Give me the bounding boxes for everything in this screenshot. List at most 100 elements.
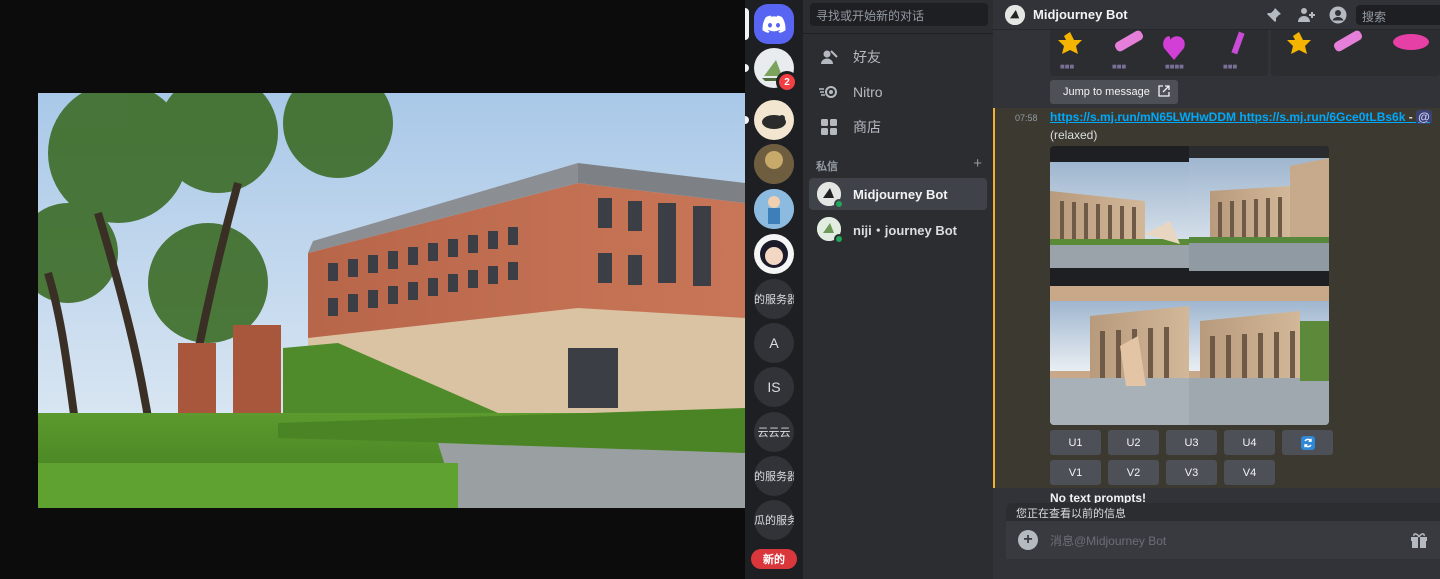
prompt-link-2[interactable]: https://s.mj.run/6Gce0tLBs6k: [1239, 110, 1405, 124]
variation-2-button[interactable]: V2: [1108, 460, 1159, 485]
nitro-icon: [819, 82, 839, 102]
new-unread-pill[interactable]: 新的: [751, 549, 797, 569]
find-conversation-input[interactable]: 寻找或开始新的对话: [810, 3, 988, 26]
chat-panel: Midjourney Bot 搜索 ■■■ ■■■ ■■■■ ■■■ Jump …: [993, 0, 1440, 579]
upscale-3-button[interactable]: U3: [1166, 430, 1217, 455]
variation-4-button[interactable]: V4: [1224, 460, 1275, 485]
channel-title: Midjourney Bot: [1033, 7, 1128, 22]
gift-icon[interactable]: [1410, 531, 1428, 549]
svg-text:■■■: ■■■: [1223, 64, 1237, 70]
variation-1-button[interactable]: V1: [1050, 460, 1101, 485]
server-avatar-4[interactable]: [754, 189, 794, 229]
reroll-button[interactable]: [1282, 430, 1333, 455]
add-friend-icon[interactable]: [1296, 5, 1316, 25]
animal-avatar-icon: [762, 115, 786, 129]
prompt-link-1[interactable]: https://s.mj.run/mN65LWHwDDM: [1050, 110, 1236, 124]
image-preview-panel: [0, 0, 745, 579]
sticker-preview-image: [1287, 30, 1429, 54]
mention-badge: 2: [776, 71, 798, 93]
server-name: 的服务器: [754, 294, 794, 306]
previous-image-embed: ■■■ ■■■ ■■■■ ■■■: [1050, 30, 1440, 76]
unread-indicator: [745, 116, 749, 124]
building-photo: [38, 93, 745, 508]
chat-header: Midjourney Bot 搜索: [993, 0, 1440, 30]
plus-icon: +: [1023, 531, 1033, 548]
server-avatar-5[interactable]: [754, 234, 794, 274]
svg-text:■■■: ■■■: [1112, 64, 1126, 70]
upscale-2-button[interactable]: U2: [1108, 430, 1159, 455]
embed-card: [1271, 30, 1440, 76]
anime-avatar-icon: [760, 240, 788, 268]
server-name: IS: [767, 379, 781, 395]
upscale-4-button[interactable]: U4: [1224, 430, 1275, 455]
svg-text:■■■: ■■■: [1060, 64, 1074, 70]
shop-icon: [819, 117, 839, 137]
landscape-avatar-icon: [754, 144, 794, 184]
server-avatar-2[interactable]: [754, 100, 794, 140]
server-avatar-3[interactable]: [754, 144, 794, 184]
server-name: A: [769, 335, 779, 351]
character-avatar-icon: [754, 189, 794, 229]
server-text-6[interactable]: 瓜的服务器: [754, 500, 794, 540]
server-name: 的服务器: [754, 471, 794, 483]
message-timestamp: 07:58: [1015, 113, 1038, 123]
dm-name: Midjourney Bot: [853, 186, 948, 202]
online-status-icon: [834, 199, 844, 209]
variation-3-button[interactable]: V3: [1166, 460, 1217, 485]
unread-indicator: [745, 64, 749, 72]
discord-logo-icon: [762, 15, 786, 33]
section-label: 私信: [816, 161, 838, 173]
nav-label: 商店: [853, 119, 881, 135]
viewing-older-messages-bar[interactable]: 您正在查看以前的信息: [1006, 503, 1440, 521]
relaxed-mode-label: (relaxed): [1050, 128, 1098, 142]
nav-label: 好友: [853, 49, 881, 65]
nav-nitro[interactable]: Nitro: [811, 76, 987, 108]
generated-image-grid[interactable]: [1050, 146, 1329, 425]
server-name: 瓜的服务器: [754, 515, 794, 527]
server-text-3[interactable]: IS: [754, 367, 794, 407]
refresh-icon: [1300, 435, 1315, 450]
dm-niji-journey-bot[interactable]: niji・journey Bot: [809, 213, 987, 245]
avatar: [817, 182, 844, 209]
message-input[interactable]: 消息@Midjourney Bot: [1050, 532, 1166, 549]
server-name: 云云云: [757, 427, 791, 439]
user-mention[interactable]: @: [1416, 110, 1432, 124]
sailboat-icon: [1005, 4, 1025, 25]
divider: [803, 33, 993, 34]
message-content: https://s.mj.run/mN65LWHwDDM https://s.m…: [1050, 110, 1440, 124]
jump-label: Jump to message: [1063, 86, 1150, 98]
direct-messages-header: 私信 +: [816, 156, 982, 174]
upscale-button-row: U1 U2 U3 U4: [1050, 430, 1333, 455]
create-dm-button[interactable]: +: [973, 156, 982, 174]
dm-name: niji・journey Bot: [853, 222, 958, 238]
discord-home-button[interactable]: [754, 4, 794, 44]
online-status-icon: [834, 234, 844, 244]
avatar: [817, 217, 844, 244]
external-link-icon: [1158, 84, 1170, 100]
server-text-2[interactable]: A: [754, 323, 794, 363]
variation-button-row: V1 V2 V3 V4: [1050, 460, 1275, 485]
separator: -: [1405, 110, 1417, 124]
jump-to-message-button[interactable]: Jump to message: [1050, 80, 1178, 104]
friends-icon: [819, 47, 839, 67]
add-attachment-button[interactable]: +: [1018, 530, 1038, 550]
server-text-1[interactable]: 的服务器: [754, 279, 794, 319]
dm-sidebar: 寻找或开始新的对话 好友 Nitro 商店 私信 + Midjourney Bo…: [803, 0, 993, 579]
embed-card: ■■■ ■■■ ■■■■ ■■■: [1050, 30, 1268, 76]
message-composer[interactable]: + 消息@Midjourney Bot: [1006, 521, 1440, 559]
home-indicator: [745, 8, 749, 40]
pin-icon[interactable]: [1264, 5, 1284, 25]
server-rail: 2 的服务器 A IS 云云云 的服务器 瓜的服务器 新的: [745, 0, 803, 579]
search-input[interactable]: 搜索: [1356, 5, 1440, 25]
sticker-preview-image: ■■■ ■■■ ■■■■ ■■■: [1058, 30, 1245, 70]
nav-label: Nitro: [853, 84, 883, 100]
nav-shop[interactable]: 商店: [811, 111, 987, 143]
dm-midjourney-bot[interactable]: Midjourney Bot: [809, 178, 987, 210]
header-toolbar: [1264, 5, 1348, 25]
server-text-5[interactable]: 的服务器: [754, 456, 794, 496]
upscale-1-button[interactable]: U1: [1050, 430, 1101, 455]
server-text-4[interactable]: 云云云: [754, 412, 794, 452]
avatar: [1005, 4, 1025, 25]
profile-icon[interactable]: [1328, 5, 1348, 25]
nav-friends[interactable]: 好友: [811, 41, 987, 73]
